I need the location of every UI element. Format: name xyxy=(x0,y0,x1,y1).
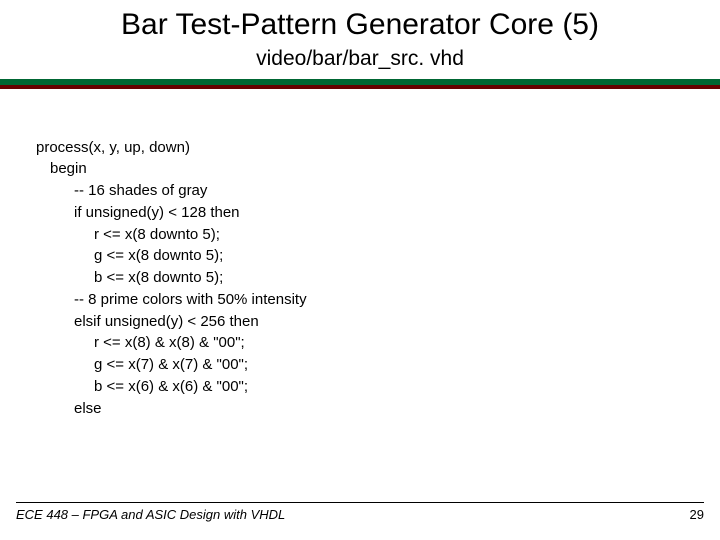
divider xyxy=(0,79,720,89)
footer-rule xyxy=(16,502,704,503)
code-line: -- 8 prime colors with 50% intensity xyxy=(36,289,716,311)
code-line: process(x, y, up, down) xyxy=(36,137,716,159)
code-body: process(x, y, up, down) begin -- 16 shad… xyxy=(0,89,720,420)
slide: Bar Test-Pattern Generator Core (5) vide… xyxy=(0,0,720,540)
code-line: g <= x(7) & x(7) & "00"; xyxy=(36,354,716,376)
footer-course: ECE 448 – FPGA and ASIC Design with VHDL xyxy=(16,507,285,522)
code-line: b <= x(8 downto 5); xyxy=(36,267,716,289)
code-line: r <= x(8) & x(8) & "00"; xyxy=(36,332,716,354)
code-line: b <= x(6) & x(6) & "00"; xyxy=(36,376,716,398)
code-line: if unsigned(y) < 128 then xyxy=(36,202,716,224)
slide-title: Bar Test-Pattern Generator Core (5) xyxy=(20,0,700,43)
title-block: Bar Test-Pattern Generator Core (5) vide… xyxy=(0,0,720,71)
code-line: else xyxy=(36,398,716,420)
code-line: r <= x(8 downto 5); xyxy=(36,224,716,246)
footer: ECE 448 – FPGA and ASIC Design with VHDL… xyxy=(0,502,720,522)
code-line: begin xyxy=(36,158,716,180)
code-line: elsif unsigned(y) < 256 then xyxy=(36,311,716,333)
code-line: -- 16 shades of gray xyxy=(36,180,716,202)
slide-subtitle: video/bar/bar_src. vhd xyxy=(20,47,700,71)
code-line: g <= x(8 downto 5); xyxy=(36,245,716,267)
page-number: 29 xyxy=(690,507,704,522)
footer-row: ECE 448 – FPGA and ASIC Design with VHDL… xyxy=(16,507,704,522)
